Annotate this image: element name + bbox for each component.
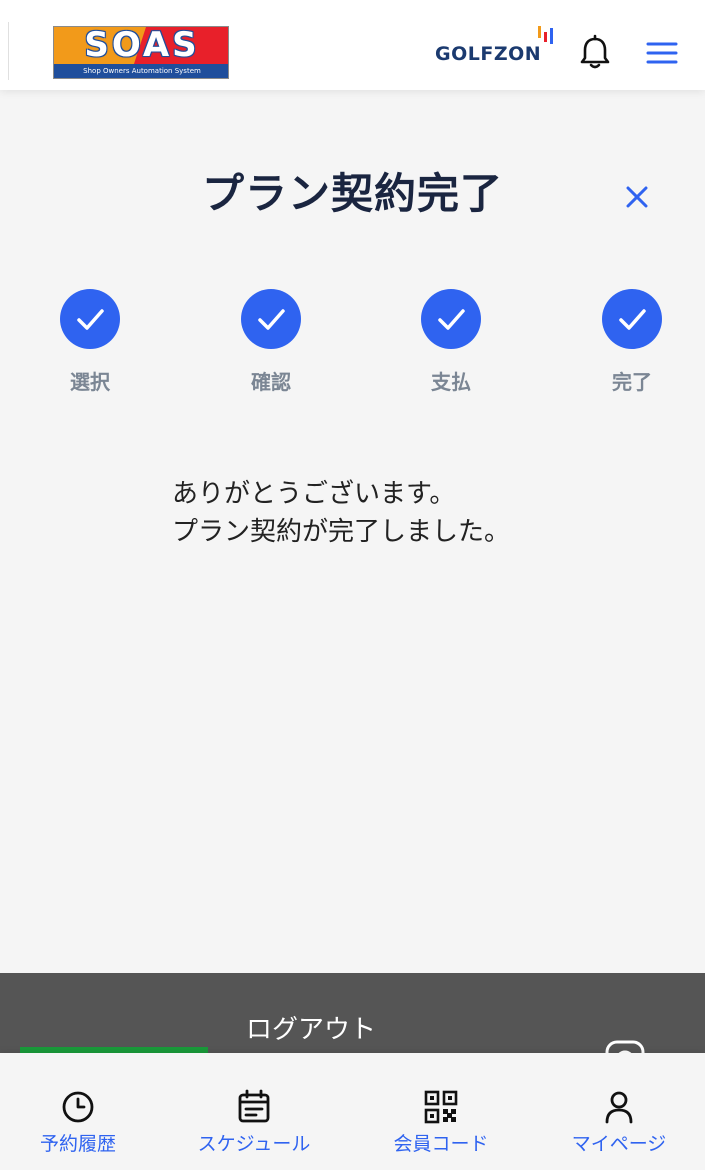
tab-reservation-history[interactable]: 予約履歴 — [28, 1053, 128, 1170]
instagram-glyph — [605, 1040, 645, 1054]
check-icon — [619, 309, 646, 330]
step-complete: 完了 — [587, 289, 677, 399]
notification-bell-button[interactable] — [577, 34, 613, 72]
person-icon — [605, 1091, 633, 1124]
tab-label: 予約履歴 — [39, 1133, 116, 1155]
step-check-circle — [241, 289, 301, 349]
message-line-2: プラン契約が完了しました。 — [172, 517, 511, 547]
hamburger-menu-icon — [646, 42, 678, 64]
step-select: 選択 — [45, 289, 135, 399]
soas-logo-subtitle: Shop Owners Automation System — [83, 67, 201, 75]
close-icon — [626, 186, 648, 208]
golfzon-logo-text: GOLFZON — [435, 43, 542, 65]
completion-message: ありがとうございます。 プラン契約が完了しました。 — [172, 475, 632, 551]
tab-schedule[interactable]: スケジュール — [189, 1053, 319, 1170]
check-icon — [77, 309, 104, 330]
step-confirm: 確認 — [226, 289, 316, 399]
tab-label: マイページ — [571, 1133, 667, 1155]
tab-label: スケジュール — [197, 1133, 311, 1155]
instagram-icon[interactable] — [605, 1040, 645, 1054]
golfzon-logo: GOLFZON — [432, 24, 556, 70]
step-check-circle — [421, 289, 481, 349]
tab-my-page[interactable]: マイページ — [564, 1053, 674, 1170]
qr-code-icon — [424, 1090, 458, 1124]
step-check-circle — [602, 289, 662, 349]
step-label: 選択 — [70, 370, 110, 394]
step-payment: 支払 — [406, 289, 496, 399]
step-label: 支払 — [431, 370, 471, 394]
tab-label: 会員コード — [393, 1133, 489, 1155]
calendar-icon — [238, 1089, 270, 1123]
step-label: 完了 — [612, 370, 652, 394]
golfzon-bar-orange — [538, 26, 541, 38]
clock-icon — [62, 1091, 94, 1123]
step-label: 確認 — [251, 370, 291, 394]
soas-logo-text: SOAS — [84, 26, 200, 65]
logout-link[interactable]: ログアウト — [246, 1012, 376, 1048]
check-icon — [258, 309, 285, 330]
message-line-1: ありがとうございます。 — [172, 479, 456, 509]
hamburger-menu-button[interactable] — [644, 38, 680, 68]
soas-logo[interactable]: SOAS Shop Owners Automation System — [53, 26, 229, 79]
step-check-circle — [60, 289, 120, 349]
close-button[interactable] — [620, 180, 654, 214]
golfzon-bar-red — [544, 32, 547, 42]
check-icon — [438, 309, 465, 330]
bell-icon — [580, 34, 610, 69]
app-header: SOAS Shop Owners Automation System GOLFZ… — [0, 0, 705, 90]
golfzon-bar-blue — [550, 28, 553, 44]
header-divider — [8, 22, 9, 80]
tab-member-code[interactable]: 会員コード — [386, 1053, 496, 1170]
page-title: プラン契約完了 — [201, 169, 503, 218]
